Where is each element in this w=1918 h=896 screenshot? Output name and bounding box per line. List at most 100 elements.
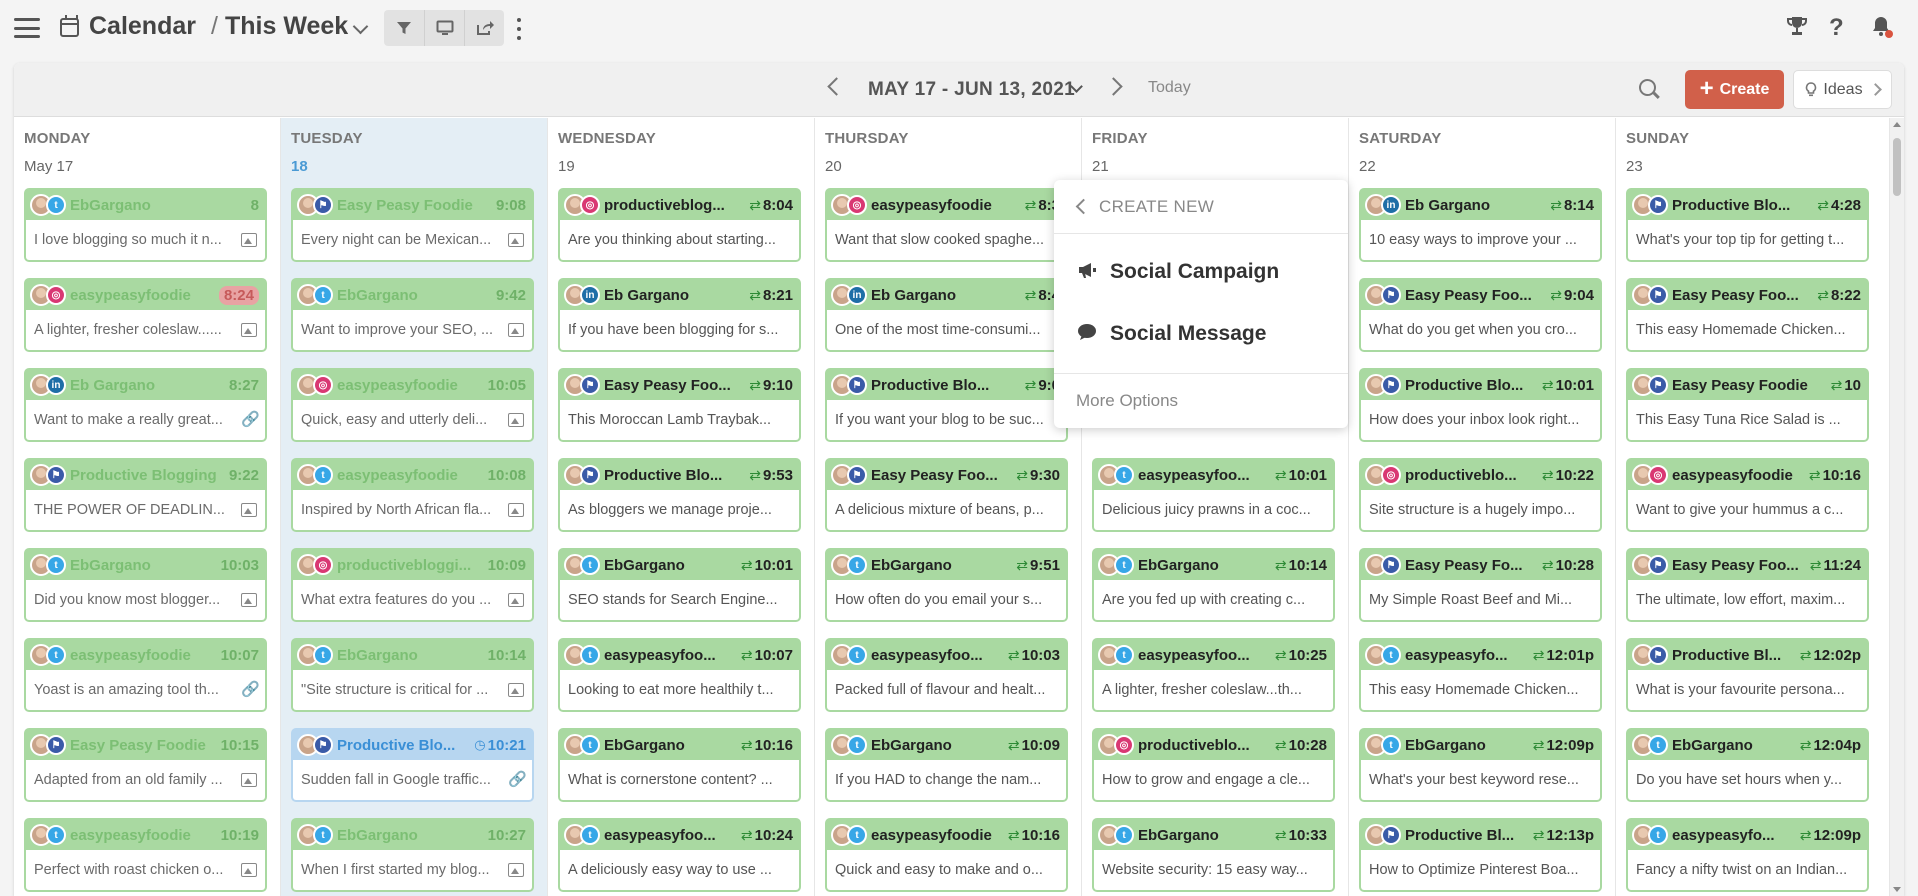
post-card[interactable]: ⚑ Easy Peasy Fo... ⇄ 10:28 My Simple Roast B…: [1359, 548, 1602, 622]
post-card[interactable]: in Eb Gargano ⇄ 8:21 If you have been bloggi…: [558, 278, 801, 352]
post-card[interactable]: ⚑ Productive Blogging 9:22 THE POWER OF DEA…: [24, 458, 267, 532]
post-card[interactable]: t EbGargano ⇄ 10:09 If you HAD to change the…: [825, 728, 1068, 802]
post-card[interactable]: t easypeasyfo... ⇄ 12:01p This easy Homemade…: [1359, 638, 1602, 712]
next-icon[interactable]: [1104, 77, 1123, 96]
post-card[interactable]: ⚑ Productive Blo... ⇄ 4:28 What's your top t…: [1626, 188, 1869, 262]
post-card[interactable]: ⚑ Productive Blo... ⇄ 9:0 If you want your b…: [825, 368, 1068, 442]
post-preview-text: Yoast is an amazing tool th...: [34, 682, 219, 698]
post-card[interactable]: t EbGargano 10:03 Did you know most blogger…: [24, 548, 267, 622]
post-card[interactable]: ◎ productiveblo... ⇄ 10:28 How to grow and e…: [1092, 728, 1335, 802]
shuffle-icon: ⇄: [1007, 736, 1020, 753]
post-card[interactable]: t EbGargano ⇄ 9:51 How often do you email yo…: [825, 548, 1068, 622]
post-card[interactable]: t easypeasyfoodie 10:08 Inspired by North A…: [291, 458, 534, 532]
post-card[interactable]: t EbGargano 9:42 Want to improve your SEO, …: [291, 278, 534, 352]
avatar: ◎: [1098, 734, 1136, 756]
post-time: 10:16: [1021, 826, 1060, 844]
post-card[interactable]: ⚑ Productive Blo... ◷ 10:21 Sudden fall in G…: [291, 728, 534, 802]
previous-icon[interactable]: [827, 77, 846, 96]
post-card[interactable]: ⚑ Easy Peasy Foo... ⇄ 8:22 This easy Homemad…: [1626, 278, 1869, 352]
trophy-icon[interactable]: [1786, 15, 1808, 43]
post-card-body: Website security: 15 easy way...: [1094, 850, 1333, 890]
post-card[interactable]: ⚑ Easy Peasy Foodie 10:15 Adapted from an o…: [24, 728, 267, 802]
create-button[interactable]: + Create: [1685, 70, 1784, 109]
day-date[interactable]: 21: [1092, 158, 1109, 175]
post-card[interactable]: ◎ productivebloggi... 10:09 What extra feat…: [291, 548, 534, 622]
post-card[interactable]: t EbGargano ⇄ 12:04p Do you have set hours w…: [1626, 728, 1869, 802]
post-card[interactable]: t EbGargano 8 I love blogging so much it n.…: [24, 188, 267, 262]
avatar: t: [564, 554, 602, 576]
breadcrumb-current-view[interactable]: This Week: [225, 12, 348, 41]
post-card[interactable]: t EbGargano 10:27 When I first started my b…: [291, 818, 534, 892]
post-card[interactable]: in Eb Gargano ⇄ 8:14 10 easy ways to improve…: [1359, 188, 1602, 262]
post-card[interactable]: t easypeasyfoo... ⇄ 10:07 Looking to eat mor…: [558, 638, 801, 712]
date-range-selector[interactable]: MAY 17 - JUN 13, 2021: [868, 79, 1075, 101]
post-preview-text: If you have been blogging for s...: [568, 322, 779, 338]
bell-icon[interactable]: [1871, 15, 1891, 43]
post-card[interactable]: ⚑ Easy Peasy Foo... ⇄ 9:04 What do you get w…: [1359, 278, 1602, 352]
post-card[interactable]: t easypeasyfoo... ⇄ 10:24 A deliciously easy…: [558, 818, 801, 892]
scroll-down-icon[interactable]: [1893, 887, 1901, 892]
more-options-icon[interactable]: [512, 18, 526, 40]
day-date[interactable]: 22: [1359, 158, 1376, 175]
post-card[interactable]: in Eb Gargano 8:27 Want to make a really gr…: [24, 368, 267, 442]
post-card[interactable]: ◎ easypeasyfoodie 8:24 A lighter, fresher c…: [24, 278, 267, 352]
post-card[interactable]: ⚑ Productive Blo... ⇄ 9:53 As bloggers we ma…: [558, 458, 801, 532]
linkedin-icon: in: [1381, 195, 1401, 215]
social-campaign-option[interactable]: Social Campaign: [1054, 246, 1348, 298]
day-date[interactable]: 20: [825, 158, 842, 175]
post-card[interactable]: ⚑ Easy Peasy Foo... ⇄ 9:10 This Moroccan Lam…: [558, 368, 801, 442]
day-date[interactable]: 18: [291, 158, 308, 175]
post-card[interactable]: ⚑ Easy Peasy Foo... ⇄ 11:24 The ultimate, lo…: [1626, 548, 1869, 622]
post-card[interactable]: ◎ productiveblog... ⇄ 8:04 Are you thinking …: [558, 188, 801, 262]
scroll-up-icon[interactable]: [1893, 122, 1901, 127]
help-icon[interactable]: ?: [1829, 14, 1844, 42]
post-card[interactable]: t EbGargano ⇄ 10:33 Website security: 15 eas…: [1092, 818, 1335, 892]
search-icon[interactable]: [1639, 79, 1656, 96]
chevron-down-icon[interactable]: [352, 18, 369, 35]
today-button[interactable]: Today: [1148, 79, 1191, 97]
post-card[interactable]: t easypeasyfoo... ⇄ 10:01 Delicious juicy pr…: [1092, 458, 1335, 532]
monitor-icon[interactable]: [424, 10, 464, 46]
post-card[interactable]: t easypeasyfo... ⇄ 12:09p Fancy a nifty twis…: [1626, 818, 1869, 892]
post-card[interactable]: t easypeasyfoodie 10:19 Perfect with roast …: [24, 818, 267, 892]
post-card[interactable]: t easypeasyfoo... ⇄ 10:03 Packed full of fla…: [825, 638, 1068, 712]
post-card[interactable]: t EbGargano ⇄ 10:14 Are you fed up with crea…: [1092, 548, 1335, 622]
post-card[interactable]: t easypeasyfoodie 10:07 Yoast is an amazing…: [24, 638, 267, 712]
post-card[interactable]: ◎ productiveblo... ⇄ 10:22 Site structure is…: [1359, 458, 1602, 532]
day-date[interactable]: 19: [558, 158, 575, 175]
post-card[interactable]: ◎ easypeasyfoodie ⇄ 10:16 Want to give your …: [1626, 458, 1869, 532]
post-card[interactable]: ⚑ Productive Blo... ⇄ 10:01 How does your in…: [1359, 368, 1602, 442]
more-options-link[interactable]: More Options: [1054, 373, 1348, 428]
instagram-icon: ◎: [847, 195, 867, 215]
scroll-thumb[interactable]: [1893, 138, 1901, 196]
post-card-header: ⚑ Productive Bl... ⇄ 12:13p: [1361, 820, 1600, 850]
vertical-scrollbar[interactable]: [1890, 118, 1904, 896]
post-card[interactable]: ⚑ Easy Peasy Foodie 9:08 Every night can be…: [291, 188, 534, 262]
post-card[interactable]: t EbGargano ⇄ 12:09p What's your best keywor…: [1359, 728, 1602, 802]
share-icon[interactable]: [464, 10, 504, 46]
popup-back-button[interactable]: CREATE NEW: [1054, 180, 1348, 234]
menu-icon[interactable]: [14, 18, 40, 38]
post-card[interactable]: ⚑ Easy Peasy Foodie ⇄ 10 This Easy Tuna Rice…: [1626, 368, 1869, 442]
twitter-icon: t: [1381, 735, 1401, 755]
breadcrumb-calendar[interactable]: Calendar: [89, 12, 196, 41]
day-date[interactable]: 23: [1626, 158, 1643, 175]
post-card[interactable]: ⚑ Productive Bl... ⇄ 12:13p How to Optimize …: [1359, 818, 1602, 892]
day-date[interactable]: May 17: [24, 158, 73, 175]
ideas-button[interactable]: Ideas: [1793, 70, 1892, 109]
post-card[interactable]: t easypeasyfoo... ⇄ 10:25 A lighter, fresher…: [1092, 638, 1335, 712]
post-card[interactable]: in Eb Gargano ⇄ 8:4 One of the most time-con…: [825, 278, 1068, 352]
post-card-body: One of the most time-consumi...: [827, 310, 1066, 350]
post-card[interactable]: ⚑ Productive Bl... ⇄ 12:02p What is your fav…: [1626, 638, 1869, 712]
social-message-option[interactable]: Social Message: [1054, 308, 1348, 360]
post-card[interactable]: ◎ easypeasyfoodie 10:05 Quick, easy and utt…: [291, 368, 534, 442]
post-preview-text: A deliciously easy way to use ...: [568, 862, 772, 878]
post-preview-text: What do you get when you cro...: [1369, 322, 1577, 338]
post-card[interactable]: ◎ easypeasyfoodie ⇄ 8:3 Want that slow cooke…: [825, 188, 1068, 262]
filter-icon[interactable]: [384, 10, 424, 46]
post-card[interactable]: ⚑ Easy Peasy Foo... ⇄ 9:30 A delicious mixtu…: [825, 458, 1068, 532]
post-card[interactable]: t EbGargano 10:14 "Site structure is critic…: [291, 638, 534, 712]
post-card[interactable]: t EbGargano ⇄ 10:16 What is cornerstone cont…: [558, 728, 801, 802]
post-card[interactable]: t easypeasyfoodie ⇄ 10:16 Quick and easy to …: [825, 818, 1068, 892]
post-card[interactable]: t EbGargano ⇄ 10:01 SEO stands for Search En…: [558, 548, 801, 622]
